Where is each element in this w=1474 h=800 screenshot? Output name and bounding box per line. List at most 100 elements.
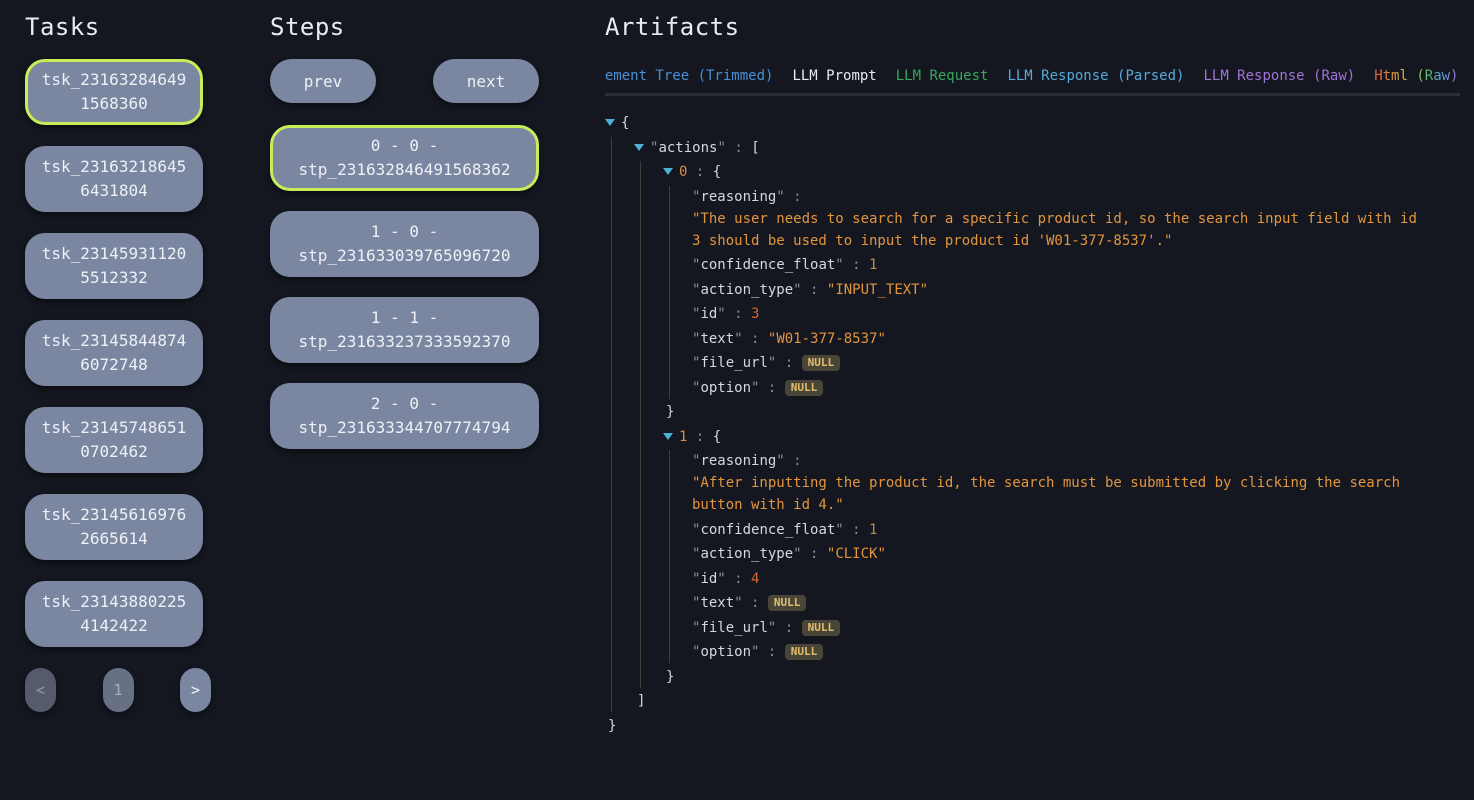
- json-token: :: [726, 140, 751, 156]
- json-string: "The user needs to search for a specific…: [692, 208, 1425, 252]
- json-number: 1: [869, 522, 877, 538]
- json-key: id: [700, 306, 717, 322]
- step-button[interactable]: 1 - 0 - stp_231633039765096720: [270, 211, 539, 277]
- json-string: "After inputting the product id, the sea…: [692, 472, 1425, 516]
- collapse-caret-icon[interactable]: [634, 144, 644, 151]
- pagination-prev-button[interactable]: <: [25, 668, 56, 712]
- json-entry-row: "action_type" : "CLICK": [692, 543, 1425, 565]
- json-token: :: [844, 522, 869, 538]
- json-key: text: [700, 331, 734, 347]
- json-token: :: [785, 453, 802, 469]
- artifact-tab[interactable]: Html (Raw): [1374, 68, 1458, 84]
- pagination-next-button[interactable]: >: [180, 668, 211, 712]
- step-list: 0 - 0 - stp_231632846491568362 1 - 0 - st…: [270, 125, 539, 449]
- json-key: confidence_float: [700, 522, 835, 538]
- json-number: 4: [751, 571, 759, 587]
- task-button[interactable]: tsk_231438802254142422: [25, 581, 203, 647]
- json-children: "actions" : [0 : {"reasoning" : "The use…: [611, 137, 1425, 713]
- json-number: 1: [869, 257, 877, 273]
- json-null-badge: NULL: [802, 355, 841, 371]
- artifact-tab[interactable]: LLM Request: [896, 68, 989, 84]
- json-close-row: }: [605, 715, 1425, 737]
- steps-nav: prev next: [270, 59, 539, 103]
- json-entry-row: "file_url" : NULL: [692, 617, 1425, 639]
- json-key: actions: [658, 140, 717, 156]
- step-button[interactable]: 1 - 1 - stp_231633237333592370: [270, 297, 539, 363]
- app-root: Tasks tsk_231632846491568360tsk_23163218…: [0, 0, 1474, 739]
- json-number: 3: [751, 306, 759, 322]
- task-list: tsk_231632846491568360 tsk_23163218645643…: [25, 59, 203, 647]
- json-open-row: 1 : {: [663, 426, 1425, 448]
- json-token: :: [726, 571, 751, 587]
- json-null-badge: NULL: [785, 380, 824, 396]
- json-children: "reasoning" : "After inputting the produ…: [669, 450, 1425, 663]
- steps-prev-button[interactable]: prev: [270, 59, 376, 103]
- artifact-tab[interactable]: LLM Prompt: [792, 68, 876, 84]
- task-button[interactable]: tsk_231632186456431804: [25, 146, 203, 212]
- task-button[interactable]: tsk_231457486510702462: [25, 407, 203, 473]
- task-button[interactable]: tsk_231459311205512332: [25, 233, 203, 299]
- json-token: :: [687, 164, 712, 180]
- json-token: {: [621, 115, 629, 131]
- json-token: :: [743, 595, 768, 611]
- json-token: ": [776, 453, 784, 469]
- collapse-caret-icon[interactable]: [663, 168, 673, 175]
- json-entry-row: "id" : 3: [692, 303, 1425, 325]
- collapse-caret-icon[interactable]: [663, 433, 673, 440]
- json-entry-row: "option" : NULL: [692, 377, 1425, 399]
- json-open-row: 0 : {: [663, 161, 1425, 183]
- json-key: action_type: [700, 282, 793, 298]
- json-token: ": [835, 522, 843, 538]
- json-token: ": [793, 282, 801, 298]
- json-entry-row: "text" : "W01-377-8537": [692, 328, 1425, 350]
- json-key: text: [700, 595, 734, 611]
- json-key: file_url: [700, 355, 767, 371]
- json-token: }: [608, 718, 616, 734]
- json-null-badge: NULL: [768, 595, 807, 611]
- json-entry-row: "confidence_float" : 1: [692, 519, 1425, 541]
- json-key: file_url: [700, 620, 767, 636]
- json-token: }: [666, 669, 674, 685]
- json-token: :: [687, 429, 712, 445]
- json-entry-row: "reasoning" : "After inputting the produ…: [692, 450, 1425, 516]
- json-token: :: [785, 189, 802, 205]
- tasks-panel: Tasks tsk_231632846491568360tsk_23163218…: [25, 12, 203, 712]
- artifacts-panel: Artifacts Element Tree (Trimmed)LLM Prom…: [605, 12, 1474, 739]
- json-token: ": [793, 546, 801, 562]
- artifact-tab[interactable]: Element Tree (Trimmed): [605, 68, 773, 84]
- json-key: reasoning: [700, 189, 776, 205]
- json-string: "INPUT_TEXT": [827, 282, 928, 298]
- step-button[interactable]: 0 - 0 - stp_231632846491568362: [270, 125, 539, 191]
- json-token: ": [717, 140, 725, 156]
- pagination-page-button[interactable]: 1: [103, 668, 134, 712]
- json-null-badge: NULL: [785, 644, 824, 660]
- artifact-tab[interactable]: LLM Response (Parsed): [1007, 68, 1184, 84]
- json-viewer: {"actions" : [0 : {"reasoning" : "The us…: [605, 112, 1425, 737]
- json-close-row: ]: [634, 690, 1425, 712]
- json-token: {: [713, 429, 721, 445]
- steps-next-button[interactable]: next: [433, 59, 539, 103]
- json-token: ]: [637, 693, 645, 709]
- json-token: :: [743, 331, 768, 347]
- collapse-caret-icon[interactable]: [605, 119, 615, 126]
- tasks-pagination: < 1 >: [25, 668, 211, 712]
- json-token: ": [717, 306, 725, 322]
- json-token: :: [726, 306, 751, 322]
- json-token: :: [759, 380, 784, 396]
- steps-title: Steps: [270, 13, 539, 41]
- task-button[interactable]: tsk_231458448746072748: [25, 320, 203, 386]
- json-null-badge: NULL: [802, 620, 841, 636]
- artifact-tab[interactable]: LLM Response (Raw): [1203, 68, 1355, 84]
- task-button[interactable]: tsk_231632846491568360: [25, 59, 203, 125]
- json-token: {: [713, 164, 721, 180]
- steps-panel: Steps prev next 0 - 0 - stp_231632846491…: [270, 12, 539, 469]
- step-button[interactable]: 2 - 0 - stp_231633344707774794: [270, 383, 539, 449]
- json-token: :: [844, 257, 869, 273]
- json-key: id: [700, 571, 717, 587]
- json-token: :: [802, 546, 827, 562]
- json-token: ": [717, 571, 725, 587]
- task-button[interactable]: tsk_231456169762665614: [25, 494, 203, 560]
- json-entry-row: "id" : 4: [692, 568, 1425, 590]
- json-entry-row: "reasoning" : "The user needs to search …: [692, 186, 1425, 252]
- json-token: :: [802, 282, 827, 298]
